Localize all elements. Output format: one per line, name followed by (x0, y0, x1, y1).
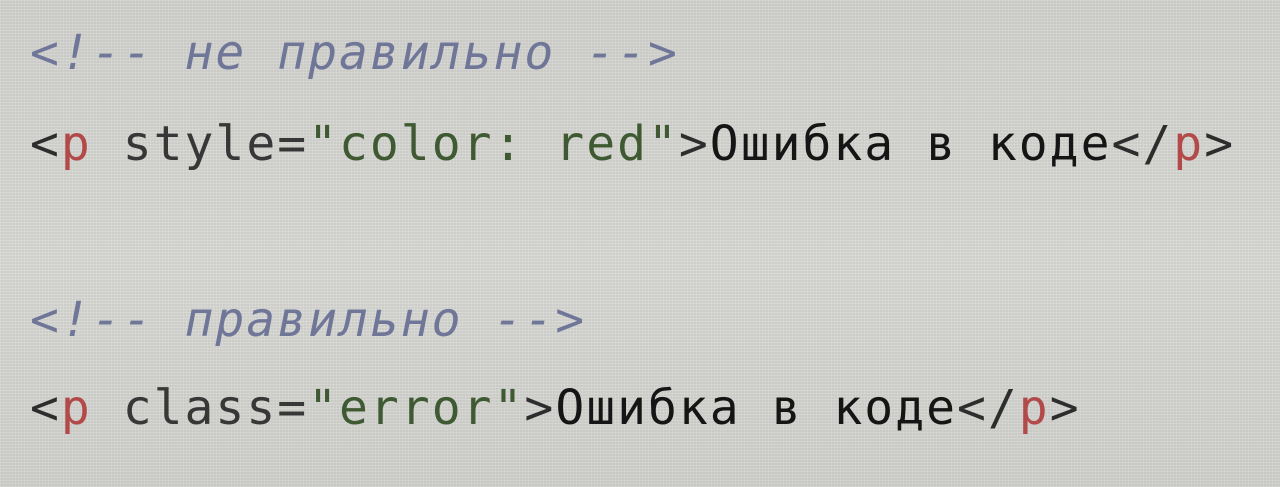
paragraph-text: Ошибка в коде (709, 116, 1112, 172)
end-tag-open-bracket: </ (1111, 116, 1174, 172)
code-line-inline-style-example: <p style="color: red">Ошибка в коде</p> (30, 120, 1235, 168)
code-view: <!-- не правильно --> <p style="color: r… (0, 0, 1280, 487)
code-line-correct-comment: <!-- правильно --> (30, 296, 586, 344)
open-tag-close-bracket: > (524, 380, 556, 436)
html-comment-incorrect: <!-- не правильно --> (30, 25, 679, 81)
code-line-incorrect-comment: <!-- не правильно --> (30, 29, 679, 77)
open-tag-close-bracket: > (678, 116, 710, 172)
end-tag-close-bracket: > (1049, 380, 1081, 436)
end-paragraph-tag-name: p (1173, 116, 1205, 172)
code-line-class-example: <p class="error">Ошибка в коде</p> (30, 384, 1081, 432)
tag-space (92, 116, 123, 172)
tag-space (92, 380, 123, 436)
class-attribute-value: "error" (308, 380, 525, 436)
html-comment-correct: <!-- правильно --> (30, 292, 587, 348)
paragraph-tag-name: p (60, 380, 92, 436)
end-tag-close-bracket: > (1204, 116, 1236, 172)
style-attribute-value: "color: red" (308, 116, 679, 172)
paragraph-tag-name: p (60, 116, 92, 172)
class-attribute-name: class= (122, 380, 309, 436)
end-paragraph-tag-name: p (1018, 380, 1050, 436)
open-tag-bracket: < (30, 116, 61, 172)
end-tag-open-bracket: </ (957, 380, 1019, 436)
style-attribute-name: style= (122, 116, 309, 172)
paragraph-text: Ошибка в коде (555, 380, 957, 436)
open-tag-bracket: < (30, 380, 61, 436)
